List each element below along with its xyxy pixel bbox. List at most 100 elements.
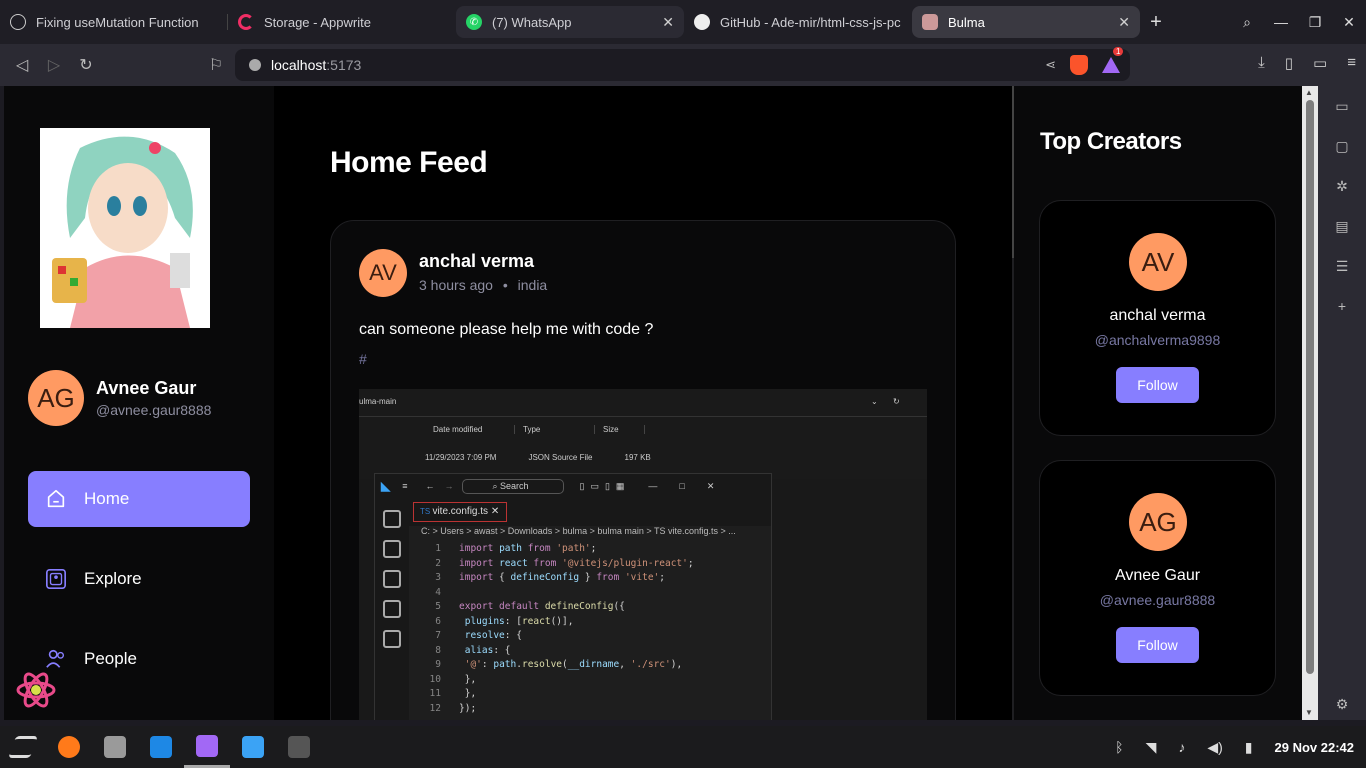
bookmark-icon[interactable]: ⚐ (200, 55, 232, 75)
post-image[interactable]: ulma-main ⌄ ↻ Date modified Type Size 11… (359, 389, 927, 720)
share-icon[interactable]: ⋖ (1045, 57, 1056, 73)
tab-fixing-usemutation[interactable]: Fixing useMutation Function (0, 6, 228, 38)
bookmarks-icon[interactable]: ▤ (1318, 206, 1366, 246)
video-icon[interactable]: ▭ (1318, 86, 1366, 126)
gallery-icon (44, 567, 68, 591)
add-panel-icon[interactable]: + (1318, 286, 1366, 326)
code-editor: 1 import path from 'path'; 2 import react … (409, 542, 771, 716)
close-window-icon[interactable]: ✕ (1332, 14, 1366, 31)
wallet-icon[interactable]: ▭ (1313, 54, 1327, 72)
code-line: 6 plugins: [react()], (435, 615, 574, 627)
column-header: Date modified (425, 425, 515, 434)
url-bar[interactable]: localhost :5173 ⋖ 1 (235, 47, 1130, 81)
brave-shields-icon[interactable] (1070, 55, 1088, 75)
scroll-up-icon[interactable]: ▲ (1305, 88, 1313, 97)
column-header: Type (515, 425, 595, 434)
battery-icon[interactable]: ▮ (1245, 739, 1253, 756)
volume-icon[interactable]: ◀) (1207, 739, 1222, 756)
user-profile[interactable]: AG Avnee Gaur @avnee.gaur8888 (28, 370, 211, 426)
address-toolbar: ◁ ▷ ↻ ⚐ localhost :5173 ⋖ 1 ⤓ ▯ ▭ ≡ (0, 44, 1366, 86)
cell: 197 KB (624, 453, 651, 462)
bluetooth-icon[interactable]: ᛒ (1115, 739, 1123, 755)
tab-github[interactable]: GitHub - Ade-mir/html-css-js-pc (684, 6, 912, 38)
home-icon (44, 487, 68, 511)
brave-rewards-icon[interactable]: 1 (1102, 47, 1124, 73)
close-icon[interactable]: ✕ (662, 14, 674, 31)
tab-appwrite[interactable]: Storage - Appwrite (228, 6, 456, 38)
avatar: AG (1129, 493, 1187, 551)
nav-item-home[interactable]: Home (28, 471, 250, 527)
firefox-icon[interactable] (46, 726, 92, 768)
site-info-icon[interactable] (249, 59, 261, 71)
download-icon[interactable]: ⤓ (1258, 54, 1265, 72)
forward-icon[interactable]: ▷ (38, 55, 70, 75)
wallet-icon[interactable]: ▢ (1318, 126, 1366, 166)
brave-taskbar-icon[interactable] (184, 726, 230, 768)
zorin-menu-icon[interactable] (0, 726, 46, 768)
tab-bulma[interactable]: Bulma ✕ (912, 6, 1140, 38)
url-host: localhost (271, 57, 327, 73)
close-icon[interactable]: ✕ (1118, 14, 1130, 31)
post-tag[interactable]: # (359, 351, 367, 367)
forward-icon: → (444, 481, 454, 491)
creator-card[interactable]: AV anchal verma @anchalverma9898 Follow (1039, 200, 1276, 436)
browser-side-panel: ▭ ▢ ✲ ▤ ☰ + ⚙ (1318, 86, 1366, 720)
follow-button[interactable]: Follow (1116, 627, 1199, 663)
search-tabs-icon[interactable]: ⌕ (1230, 14, 1264, 31)
tab-label: GitHub - Ade-mir/html-css-js-pc (720, 14, 901, 30)
scroll-down-icon[interactable]: ▼ (1305, 708, 1313, 717)
github-icon (694, 14, 710, 30)
wifi-icon[interactable]: ◥ (1146, 739, 1157, 756)
logo-illustration[interactable] (40, 128, 210, 328)
creator-handle: @anchalverma9898 (1094, 332, 1221, 348)
nav-item-explore[interactable]: Explore (28, 551, 250, 607)
section-title: Top Creators (1040, 128, 1182, 155)
code-line: 8 alias: { (435, 644, 511, 656)
maximize-icon[interactable]: ❐ (1298, 14, 1332, 31)
notification-bell-icon[interactable]: ♪ (1178, 739, 1185, 755)
toolbar-right: ⤓ ▯ ▭ ≡ (1258, 54, 1356, 72)
menu-icon[interactable]: ≡ (1347, 54, 1356, 72)
avatar[interactable]: AV (359, 249, 407, 297)
vscode-taskbar-icon[interactable] (230, 726, 276, 768)
window-controls: ⌕ — ❐ ✕ (1230, 0, 1366, 44)
settings-icon[interactable]: ⚙ (1318, 684, 1366, 724)
new-tab-button[interactable]: + (1140, 6, 1172, 38)
nav-label: Home (84, 489, 130, 508)
chevron-down-icon: ⌄ (871, 397, 878, 406)
web-page: AG Avnee Gaur @avnee.gaur8888 Home Explo… (4, 86, 1302, 720)
follow-button[interactable]: Follow (1116, 367, 1199, 403)
people-icon (44, 647, 68, 671)
nav-item-people[interactable]: People (28, 631, 250, 687)
tab-whatsapp[interactable]: ✆ (7) WhatsApp ✕ (456, 6, 684, 38)
code-line: 10 }, (429, 673, 477, 685)
leo-ai-icon[interactable]: ✲ (1318, 166, 1366, 206)
menu-icon: ≡ (402, 481, 408, 491)
creator-card[interactable]: AG Avnee Gaur @avnee.gaur8888 Follow (1039, 460, 1276, 696)
terminal-icon[interactable] (276, 726, 322, 768)
vscode-window: ◣ ≡ ← → ⌕ Search ▯▭▯▦ —□✕ TS vite.config… (374, 473, 772, 720)
back-icon[interactable]: ◁ (6, 55, 38, 75)
back-icon: ← (425, 481, 435, 491)
code-line: 7 resolve: { (435, 630, 522, 641)
vscode-logo-icon: ◣ (381, 479, 391, 493)
explorer-path-bar: ulma-main ⌄ ↻ (359, 389, 927, 417)
code-line: 5 export default defineConfig({ (435, 601, 625, 612)
bulma-icon (922, 14, 938, 30)
explorer-row: 11/29/2023 7:09 PM JSON Source File 197 … (425, 453, 651, 462)
sidebar-toggle-icon[interactable]: ▯ (1285, 54, 1293, 72)
cell: 11/29/2023 7:09 PM (425, 453, 497, 462)
post-author[interactable]: anchal verma (419, 251, 534, 272)
vscode-search: ⌕ Search (461, 478, 564, 494)
reading-list-icon[interactable]: ☰ (1318, 246, 1366, 286)
scroll-thumb[interactable] (1306, 100, 1314, 674)
files-icon[interactable] (92, 726, 138, 768)
rewards-badge: 1 (1113, 47, 1124, 56)
clock[interactable]: 29 Nov 22:42 (1275, 740, 1355, 755)
software-store-icon[interactable] (138, 726, 184, 768)
page-scrollbar[interactable]: ▲ ▼ (1302, 86, 1318, 720)
minimize-icon[interactable]: — (1264, 14, 1298, 30)
avatar: AG (28, 370, 84, 426)
reload-icon[interactable]: ↻ (70, 55, 102, 75)
react-devtools-icon[interactable] (16, 672, 56, 708)
